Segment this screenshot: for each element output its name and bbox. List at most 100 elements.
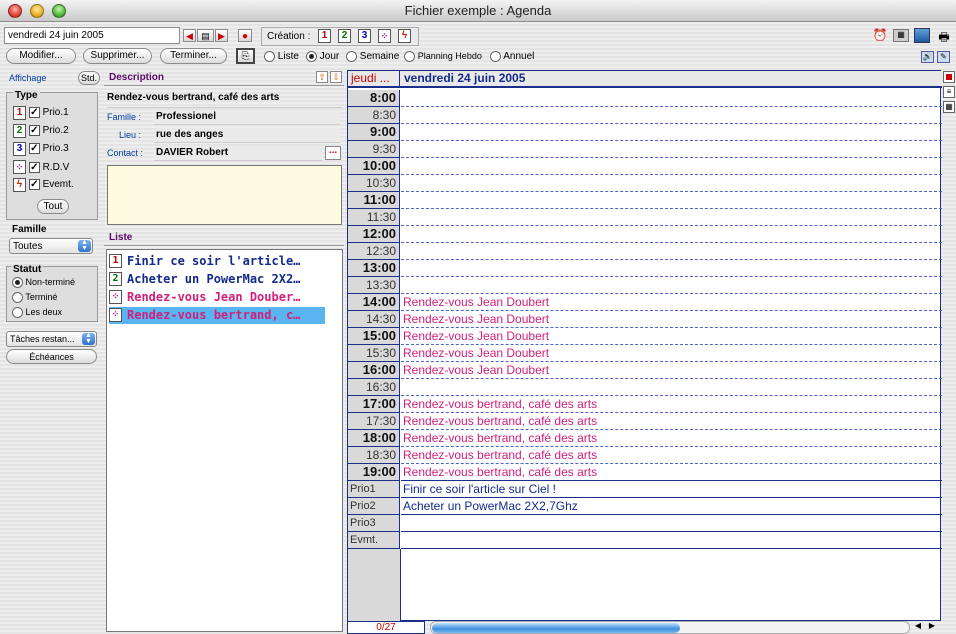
time-slot-row[interactable]: 8:00 (348, 90, 942, 107)
view-liste-option[interactable]: Liste (264, 51, 299, 62)
taches-select[interactable]: Tâches restan... ▲ ▼ (6, 331, 97, 347)
time-slot-row[interactable]: 12:30 (348, 243, 942, 260)
time-slot-row[interactable]: 11:00 (348, 192, 942, 209)
monitor-icon[interactable] (914, 28, 930, 43)
task-cell[interactable] (401, 532, 942, 549)
list-item[interactable]: 1 Finir ce soir l'article… (109, 253, 325, 270)
task-cell[interactable]: Finir ce soir l'article sur Ciel ! (401, 481, 942, 498)
slot-event-cell[interactable]: Rendez-vous Jean Doubert (401, 311, 942, 328)
radio-lesdeux[interactable] (12, 307, 23, 319)
pen-icon[interactable]: ✎ (937, 51, 950, 63)
time-slot-row[interactable]: 15:30 Rendez-vous Jean Doubert (348, 345, 942, 362)
slot-event-cell[interactable]: Rendez-vous bertrand, café des arts (401, 413, 942, 430)
create-rdv-button[interactable]: ⁘ (378, 29, 391, 43)
slot-event-cell[interactable]: Rendez-vous bertrand, café des arts (401, 430, 942, 447)
radio-liste[interactable] (264, 51, 275, 62)
prio2-checkbox[interactable]: ✓ (28, 125, 40, 136)
slot-event-cell[interactable] (401, 158, 942, 175)
time-slot-row[interactable]: 12:00 (348, 226, 942, 243)
previous-day-button[interactable]: ◀ (183, 29, 196, 42)
task-cell[interactable] (401, 515, 942, 532)
time-slot-row[interactable]: 10:30 (348, 175, 942, 192)
task-cell[interactable]: Acheter un PowerMac 2X2,7Ghz (401, 498, 942, 515)
slot-event-cell[interactable] (401, 209, 942, 226)
slot-event-cell[interactable]: Rendez-vous Jean Doubert (401, 345, 942, 362)
scrollbar-thumb[interactable] (432, 623, 680, 633)
radio-termine[interactable] (12, 292, 23, 304)
view-annuel-option[interactable]: Annuel (490, 51, 534, 62)
slot-event-cell[interactable]: Rendez-vous bertrand, café des arts (401, 396, 942, 413)
arrow-down-icon[interactable]: ⇩ (330, 71, 342, 83)
calendar-button[interactable]: ▤ (197, 29, 214, 42)
statut-lesdeux-option[interactable]: Les deux (12, 307, 62, 319)
supprimer-button[interactable]: Supprimer... (83, 48, 152, 64)
slot-event-cell[interactable] (401, 226, 942, 243)
slot-event-cell[interactable]: Rendez-vous bertrand, café des arts (401, 447, 942, 464)
time-slot-row[interactable]: 17:30 Rendez-vous bertrand, café des arts (348, 413, 942, 430)
export-button[interactable]: ⎘ (236, 48, 255, 64)
contact-more-button[interactable]: ... (325, 146, 341, 160)
time-slot-row[interactable]: 17:00 Rendez-vous bertrand, café des arts (348, 396, 942, 413)
day-view-icon[interactable] (943, 71, 955, 83)
time-slot-row[interactable]: 11:30 (348, 209, 942, 226)
time-slot-row[interactable]: 8:30 (348, 107, 942, 124)
statut-termine-option[interactable]: Terminé (12, 292, 57, 304)
list-view-icon[interactable]: ≡ (943, 86, 955, 98)
time-slot-row[interactable]: 16:00 Rendez-vous Jean Doubert (348, 362, 942, 379)
time-slot-row[interactable]: 14:00 Rendez-vous Jean Doubert (348, 294, 942, 311)
radio-annuel[interactable] (490, 51, 501, 62)
next-day-button[interactable]: ▶ (215, 29, 228, 42)
modifier-button[interactable]: Modifier... (6, 48, 76, 64)
radio-jour[interactable] (306, 51, 317, 62)
time-slot-row[interactable]: 16:30 (348, 379, 942, 396)
task-row[interactable]: Evmt. (348, 532, 942, 549)
sound-icon[interactable]: 🔊 (921, 51, 934, 63)
slot-event-cell[interactable] (401, 124, 942, 141)
list-item[interactable]: 2 Acheter un PowerMac 2X2… (109, 271, 325, 288)
event-checkbox[interactable]: ✓ (28, 179, 40, 190)
terminer-button[interactable]: Terminer... (160, 48, 227, 64)
slot-event-cell[interactable]: Rendez-vous Jean Doubert (401, 328, 942, 345)
statut-nontermine-option[interactable]: Non-terminé (12, 277, 75, 289)
time-slot-row[interactable]: 9:00 (348, 124, 942, 141)
radio-semaine[interactable] (346, 51, 357, 62)
view-planning-option[interactable]: Planning Hebdo (404, 51, 482, 62)
view-jour-option[interactable]: Jour (306, 51, 339, 62)
radio-nontermine[interactable] (12, 277, 23, 289)
list-item[interactable]: ⁘ Rendez-vous Jean Douber… (109, 289, 325, 306)
task-row[interactable]: Prio2 Acheter un PowerMac 2X2,7Ghz (348, 498, 942, 515)
slot-event-cell[interactable] (401, 90, 942, 107)
scroll-left-icon[interactable]: ◀ (912, 621, 924, 634)
time-slot-row[interactable]: 10:00 (348, 158, 942, 175)
slot-event-cell[interactable] (401, 243, 942, 260)
time-slot-row[interactable]: 13:30 (348, 277, 942, 294)
horizontal-scrollbar[interactable] (430, 621, 910, 634)
list-item-selected[interactable]: ⁘ Rendez-vous bertrand, c… (109, 307, 325, 324)
arrow-up-icon[interactable]: ⇧ (316, 71, 328, 83)
slot-event-cell[interactable]: Rendez-vous Jean Doubert (401, 294, 942, 311)
grid-settings-icon[interactable]: ▦ (893, 29, 909, 42)
create-prio2-button[interactable]: 2 (338, 29, 351, 43)
create-prio3-button[interactable]: 3 (358, 29, 371, 43)
tout-button[interactable]: Tout (37, 199, 69, 214)
echeances-button[interactable]: Échéances (6, 349, 97, 364)
famille-select[interactable]: Toutes ▲ ▼ (9, 238, 93, 254)
time-slot-row[interactable]: 15:00 Rendez-vous Jean Doubert (348, 328, 942, 345)
time-slot-row[interactable]: 14:30 Rendez-vous Jean Doubert (348, 311, 942, 328)
slot-event-cell[interactable] (401, 192, 942, 209)
task-row[interactable]: Prio1 Finir ce soir l'article sur Ciel ! (348, 481, 942, 498)
time-slot-row[interactable]: 18:00 Rendez-vous bertrand, café des arts (348, 430, 942, 447)
prio3-checkbox[interactable]: ✓ (28, 143, 40, 154)
prio1-checkbox[interactable]: ✓ (28, 107, 40, 118)
printer-icon[interactable]: 🖶 (936, 28, 952, 44)
scroll-right-icon[interactable]: ▶ (926, 621, 938, 634)
create-event-button[interactable]: ϟ (398, 29, 411, 43)
slot-event-cell[interactable] (401, 175, 942, 192)
notes-textarea[interactable] (107, 165, 342, 225)
task-row[interactable]: Prio3 (348, 515, 942, 532)
std-button[interactable]: Std. (78, 71, 100, 85)
time-slot-row[interactable]: 19:00 Rendez-vous bertrand, café des arts (348, 464, 942, 481)
alarm-icon[interactable]: ⏰ (872, 28, 888, 43)
slot-event-cell[interactable] (401, 141, 942, 158)
radio-planning[interactable] (404, 51, 415, 62)
